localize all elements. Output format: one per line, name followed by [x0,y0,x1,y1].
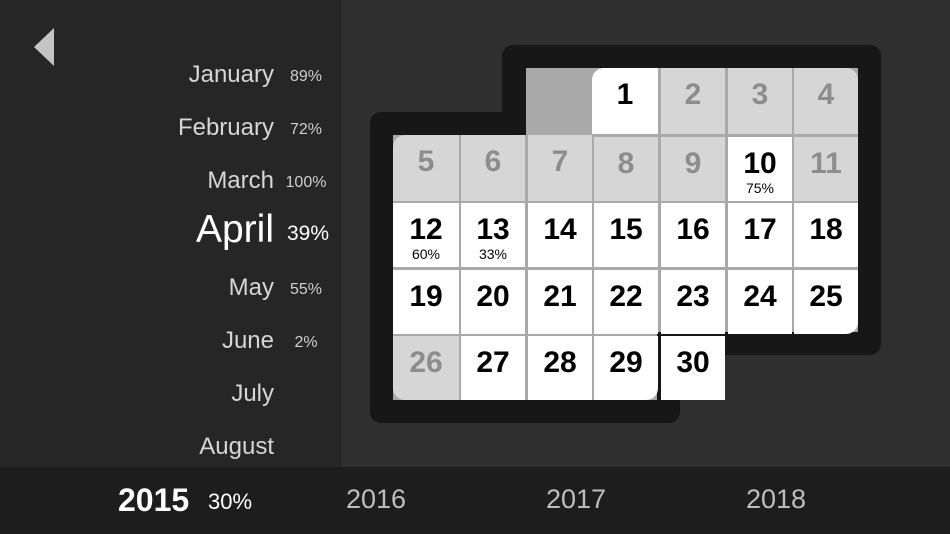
day-cell[interactable]: 21 [528,270,592,334]
day-number: 22 [609,280,643,313]
day-number: 15 [609,213,643,246]
day-cell[interactable]: 2 [661,68,725,134]
month-percent: 89% [289,68,323,85]
day-cell[interactable]: 7 [528,135,592,201]
day-cell[interactable]: 8 [594,137,658,201]
day-number: 27 [476,346,510,379]
month-item-march[interactable]: March 100% [0,161,341,201]
day-cell[interactable]: 30 [661,336,725,400]
day-cell[interactable]: 14 [528,203,592,267]
day-number: 28 [543,346,577,379]
month-item-april[interactable]: April 39% [0,208,341,254]
day-number: 26 [409,346,443,379]
day-number: 18 [809,213,843,246]
day-percent: 75% [745,180,775,196]
day-number: 5 [417,145,435,178]
day-cell[interactable]: 10 75% [728,137,792,201]
day-number: 14 [543,213,577,246]
day-number: 3 [751,78,769,111]
month-percent: 72% [289,121,323,138]
day-cell[interactable]: 28 [528,336,592,400]
day-number: 25 [809,280,843,313]
month-sidebar: January 89% February 72% March 100% April 39% Ma… [0,0,341,467]
day-cell[interactable]: 15 [594,203,658,267]
day-number: 8 [617,147,635,180]
day-number: 20 [476,280,510,313]
day-number: 29 [609,346,643,379]
month-name: February [177,114,274,141]
day-cell[interactable]: 5 [393,135,459,201]
month-name: April [195,208,274,251]
day-number: 19 [409,280,443,313]
day-number: 23 [676,280,710,313]
day-number: 12 [409,213,443,246]
day-number: 13 [476,213,510,246]
day-cell[interactable]: 23 [661,270,725,334]
year-item-2015[interactable]: 2015 30% [118,467,278,534]
year-label: 2015 [118,482,190,518]
day-number: 7 [551,145,569,178]
month-item-may[interactable]: May 55% [0,268,341,308]
day-cell[interactable]: 9 [661,137,725,201]
day-number: 30 [676,346,710,379]
calendar-panel: 1 2 3 4 5 6 7 8 9 10 75% 11 12 60% 13 33% 14 15 16 17 18 19 20… [341,0,950,467]
month-percent: 39% [286,222,330,245]
day-cell[interactable]: 29 [594,336,658,400]
day-cell[interactable]: 19 [393,270,459,334]
day-cell[interactable]: 3 [728,68,792,134]
month-item-august[interactable]: August [0,427,341,467]
day-cell[interactable]: 13 33% [461,203,525,267]
day-cell[interactable]: 22 [594,270,658,334]
month-name: August [199,433,274,460]
day-number: 11 [810,147,842,180]
day-number: 24 [743,280,777,313]
year-item-2018[interactable]: 2018 [746,467,906,534]
month-item-july[interactable]: July [0,374,341,414]
day-number: 6 [484,145,502,178]
month-name: July [231,380,274,407]
day-cell[interactable]: 24 [728,270,792,334]
month-percent: 55% [289,281,323,298]
day-cell[interactable]: 17 [728,203,792,267]
day-cell[interactable]: 16 [661,203,725,267]
year-label: 2017 [546,484,607,514]
day-percent: 33% [478,246,508,262]
day-number: 9 [684,147,702,180]
year-item-2016[interactable]: 2016 [346,467,506,534]
month-name: March [207,167,274,194]
month-name: January [188,61,274,88]
day-cell[interactable]: 26 [393,336,459,400]
month-item-june[interactable]: June 2% [0,321,341,361]
year-percent: 30% [208,489,253,514]
year-bar: 2015 30% 2016 2017 2018 [0,467,950,534]
day-cell[interactable]: 12 60% [393,203,459,267]
day-cell[interactable]: 27 [461,336,525,400]
day-number: 21 [543,280,577,313]
day-cell[interactable]: 1 [592,68,658,134]
year-item-2017[interactable]: 2017 [546,467,706,534]
month-name: June [221,327,274,354]
day-cell[interactable]: 11 [794,137,858,201]
day-number: 1 [616,78,634,111]
day-number: 10 [743,147,777,180]
day-number: 17 [743,213,777,246]
day-cell[interactable]: 6 [461,135,525,201]
day-number: 4 [817,78,835,111]
day-percent: 60% [411,246,441,262]
year-label: 2018 [746,484,807,514]
month-percent: 2% [294,334,318,351]
day-cell[interactable]: 20 [461,270,525,334]
day-cell[interactable]: 25 [794,270,858,334]
day-number: 16 [676,213,710,246]
month-name: May [228,274,274,301]
day-number: 2 [684,78,702,111]
month-item-february[interactable]: February 72% [0,108,341,148]
month-percent: 100% [285,174,327,191]
day-cell[interactable]: 18 [794,203,858,267]
month-item-january[interactable]: January 89% [0,55,341,95]
year-label: 2016 [346,484,407,514]
day-cell[interactable]: 4 [794,68,858,134]
